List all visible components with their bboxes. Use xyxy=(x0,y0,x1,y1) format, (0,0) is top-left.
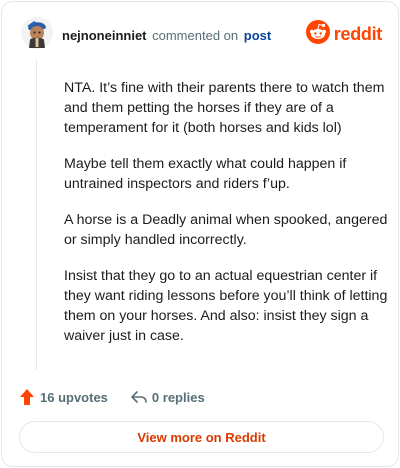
upvote-arrow-icon xyxy=(18,388,36,406)
byline: nejnoneinniet commented on post xyxy=(62,28,271,43)
comment-embed-card: nejnoneinniet commented on post reddit N… xyxy=(1,1,399,467)
thread-line xyxy=(36,60,37,370)
reddit-snoo-icon xyxy=(305,19,330,49)
replies-button[interactable]: 0 replies xyxy=(130,388,205,406)
comment-paragraph: Insist that they go to an actual equestr… xyxy=(64,268,388,344)
reddit-wordmark: reddit xyxy=(333,23,383,44)
post-link[interactable]: post xyxy=(244,28,271,43)
comment-header: nejnoneinniet commented on post reddit xyxy=(20,16,382,56)
comment-paragraph: Maybe tell them exactly what could happe… xyxy=(64,156,347,192)
comment-paragraph: NTA. It’s fine with their parents there … xyxy=(64,80,385,136)
upvotes-count: 16 upvotes xyxy=(40,389,108,405)
comment-body: NTA. It’s fine with their parents there … xyxy=(64,78,388,362)
upvotes-button[interactable]: 16 upvotes xyxy=(18,388,108,406)
comment-paragraph: A horse is a Deadly animal when spooked,… xyxy=(64,212,388,248)
reddit-logo[interactable]: reddit xyxy=(305,19,383,49)
commented-on-text: commented on xyxy=(152,28,239,43)
reply-icon xyxy=(130,388,148,406)
view-more-on-reddit-button[interactable]: View more on Reddit xyxy=(19,421,384,453)
user-avatar-icon[interactable] xyxy=(20,16,54,50)
replies-count: 0 replies xyxy=(151,389,205,405)
comment-actions: 16 upvotes 0 replies xyxy=(18,387,205,407)
username-link[interactable]: nejnoneinniet xyxy=(62,28,147,43)
